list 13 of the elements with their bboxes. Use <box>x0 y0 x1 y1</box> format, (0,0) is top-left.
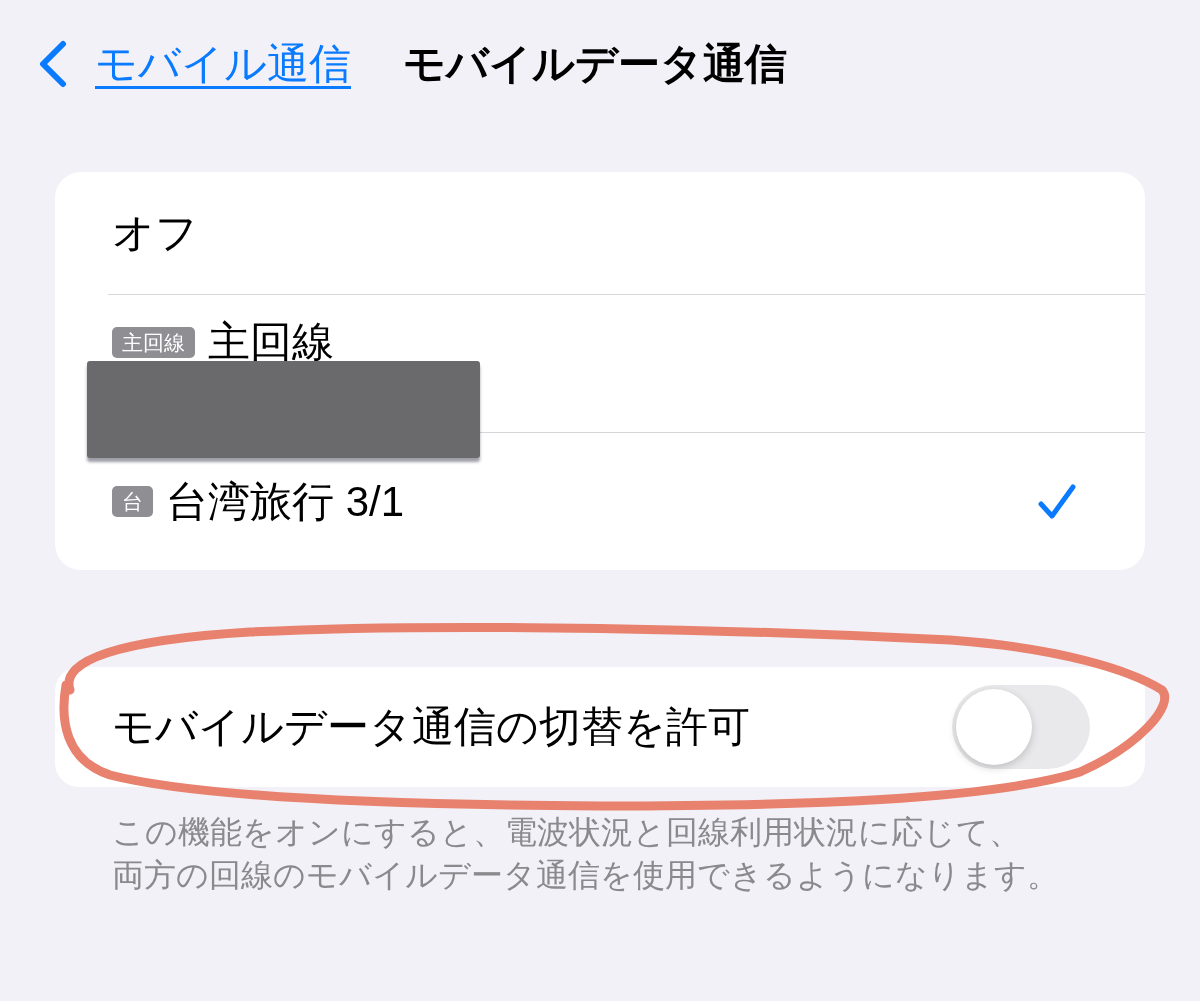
sim-option-row[interactable]: 主回線 主回線 <box>55 295 1145 432</box>
setting-label: モバイルデータ通信の切替を許可 <box>112 706 750 748</box>
option-label: 台湾旅行 3/1 <box>166 480 405 523</box>
page-title: モバイルデータ通信 <box>403 43 787 85</box>
sim-badge: 台 <box>112 486 153 517</box>
sim-option-row[interactable]: 台 台湾旅行 3/1 <box>55 433 1145 570</box>
back-chevron-icon <box>38 40 68 88</box>
footer-note: この機能をオンにすると、電波状況と回線利用状況に応じて、両方の回線のモバイルデータ通信を使用できるようになります。 <box>112 813 1050 895</box>
option-label: 主回線 <box>208 321 334 363</box>
back-button[interactable]: モバイル通信 <box>38 40 351 88</box>
option-label: オフ <box>112 212 198 254</box>
sim-badge: 主回線 <box>112 326 195 358</box>
sim-option-row[interactable]: オフ <box>55 172 1145 294</box>
